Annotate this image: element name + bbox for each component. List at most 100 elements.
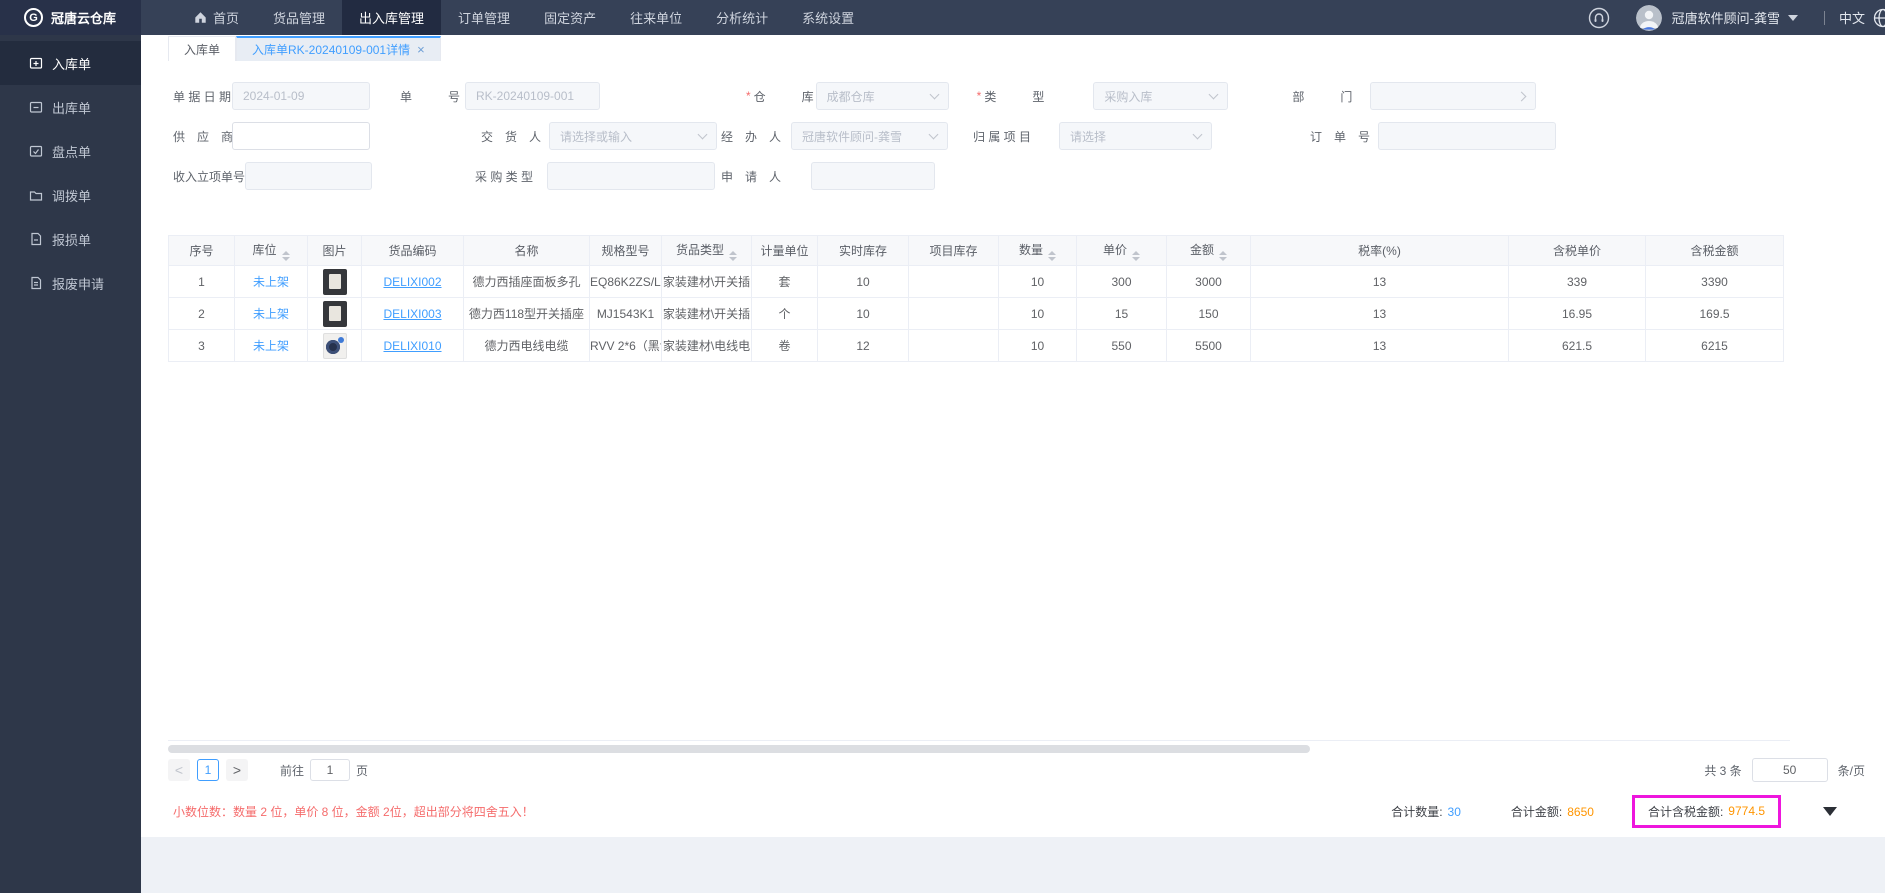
- scrollbar-thumb[interactable]: [168, 745, 1310, 753]
- nav-item-goods[interactable]: 货品管理: [256, 0, 342, 35]
- items-table-zone: 序号 库位 图片 货品编码 名称 规格型号 货品类型 计量单位 实时库存 项目库…: [168, 235, 1790, 741]
- avatar[interactable]: [1635, 4, 1662, 31]
- product-image[interactable]: [322, 300, 347, 327]
- product-code-link[interactable]: DELIXI002: [383, 275, 441, 289]
- handler-select: 冠唐软件顾问-龚雪: [791, 122, 948, 150]
- sidebar-item-label: 报废申请: [52, 276, 105, 292]
- delivery-label: 交 货 人: [481, 129, 542, 144]
- total-amount: 合计金额: 8650: [1510, 804, 1594, 819]
- sidebar-item-transfer[interactable]: 调拨单: [0, 173, 141, 217]
- cell-amount: 5500: [1166, 329, 1251, 362]
- cell-image: [307, 329, 362, 362]
- total-qty: 合计数量: 30: [1391, 804, 1461, 819]
- sidebar: 入库单 出库单 盘点单 调拨单 报损单 报废申请: [0, 35, 141, 893]
- items-table: 序号 库位 图片 货品编码 名称 规格型号 货品类型 计量单位 实时库存 项目库…: [168, 235, 1784, 362]
- col-amount[interactable]: 金额: [1166, 235, 1251, 266]
- applicant-field: [811, 162, 935, 190]
- brand-title: 冠唐云仓库: [51, 11, 117, 26]
- sort-icon[interactable]: [281, 250, 290, 261]
- product-image[interactable]: [322, 332, 347, 359]
- product-image[interactable]: [322, 268, 347, 295]
- tab-close-icon[interactable]: ×: [417, 43, 425, 56]
- department-field: [1370, 82, 1537, 110]
- current-page-button[interactable]: 1: [197, 759, 219, 781]
- location-link[interactable]: 未上架: [253, 307, 289, 321]
- warehouse-select: 成都仓库: [815, 82, 949, 110]
- cell-spec: MJ1543K1: [589, 297, 662, 330]
- tab-inbound-list[interactable]: 入库单: [168, 36, 237, 61]
- location-link[interactable]: 未上架: [253, 275, 289, 289]
- sort-icon[interactable]: [1132, 250, 1140, 261]
- chevron-down-icon: [928, 129, 939, 139]
- user-menu[interactable]: 冠唐软件顾问-龚雪: [1672, 8, 1780, 27]
- project-label: 归 属 项 目: [973, 129, 1032, 144]
- cell-image: [307, 265, 362, 298]
- sidebar-item-outbound[interactable]: 出库单: [0, 85, 141, 129]
- cell-category: 家装建材\开关插: [661, 265, 752, 298]
- cell-location: 未上架: [234, 329, 308, 362]
- col-location[interactable]: 库位: [234, 235, 308, 266]
- cell-stock: 10: [817, 297, 909, 330]
- detail-panel: 单 据 日 期 2024-01-09 单 号 RK-20240109-001 *…: [141, 61, 1885, 837]
- sidebar-item-stocktake[interactable]: 盘点单: [0, 129, 141, 173]
- required-mark: *: [976, 89, 982, 103]
- cell-project-stock: [908, 265, 999, 298]
- cell-index: 3: [168, 329, 235, 362]
- globe-icon[interactable]: [1873, 8, 1885, 28]
- product-code-link[interactable]: DELIXI010: [383, 339, 441, 353]
- cell-price: 15: [1076, 297, 1167, 330]
- sidebar-item-scrap[interactable]: 报废申请: [0, 261, 141, 305]
- cell-unit: 卷: [751, 329, 818, 362]
- nav-item-partners[interactable]: 往来单位: [613, 0, 699, 35]
- cell-location: 未上架: [234, 265, 308, 298]
- sort-icon[interactable]: [1048, 250, 1056, 261]
- goto-unit: 页: [356, 763, 369, 778]
- supplier-input[interactable]: [232, 122, 370, 150]
- col-qty[interactable]: 数量: [998, 235, 1077, 266]
- nav-item-label: 首页: [213, 11, 240, 26]
- location-link[interactable]: 未上架: [253, 339, 289, 353]
- user-menu-caret-icon[interactable]: [1787, 14, 1798, 21]
- next-page-button[interactable]: >: [226, 759, 248, 781]
- language-switch[interactable]: 中文: [1839, 8, 1865, 27]
- sidebar-item-damage[interactable]: 报损单: [0, 217, 141, 261]
- goto-page-input[interactable]: 1: [310, 759, 351, 781]
- col-price[interactable]: 单价: [1076, 235, 1167, 266]
- cell-name: 德力西电线电缆: [463, 329, 590, 362]
- cell-tax-rate: 13: [1250, 297, 1509, 330]
- nav-item-analytics[interactable]: 分析统计: [699, 0, 785, 35]
- col-category[interactable]: 货品类型: [661, 235, 752, 266]
- sort-icon[interactable]: [1219, 250, 1227, 261]
- cell-tax-rate: 13: [1250, 265, 1509, 298]
- total-qty-value: 30: [1447, 804, 1461, 819]
- doc-date-field: 2024-01-09: [232, 82, 370, 110]
- required-mark: *: [746, 89, 751, 103]
- purchase-type-field: [547, 162, 715, 190]
- customer-service-icon[interactable]: [1588, 7, 1610, 29]
- cell-qty: 10: [998, 265, 1077, 298]
- cell-index: 1: [168, 265, 235, 298]
- sidebar-item-inbound[interactable]: 入库单: [0, 41, 141, 85]
- cell-tax-price: 16.95: [1508, 297, 1646, 330]
- total-amount-value: 8650: [1567, 804, 1594, 819]
- cell-tax-amount: 169.5: [1645, 297, 1784, 330]
- cell-code: DELIXI002: [361, 265, 464, 298]
- cell-tax-price: 339: [1508, 265, 1646, 298]
- total-tax-amount-value: 9774.5: [1728, 804, 1765, 818]
- nav-item-assets[interactable]: 固定资产: [527, 0, 613, 35]
- prev-page-button[interactable]: <: [168, 759, 190, 781]
- tab-inbound-detail[interactable]: 入库单RK-20240109-001详情 ×: [236, 36, 441, 61]
- page-size-input[interactable]: 50: [1751, 758, 1828, 782]
- nav-item-label: 订单管理: [458, 11, 511, 26]
- nav-item-orders[interactable]: 订单管理: [441, 0, 527, 35]
- nav-item-home[interactable]: 首页: [177, 0, 256, 35]
- col-name: 名称: [463, 235, 590, 266]
- sort-icon[interactable]: [729, 250, 737, 261]
- product-code-link[interactable]: DELIXI003: [383, 307, 441, 321]
- col-tax-amount: 含税金额: [1645, 235, 1784, 266]
- nav-item-settings[interactable]: 系统设置: [785, 0, 871, 35]
- cell-name: 德力西118型开关插座: [463, 297, 590, 330]
- nav-item-label: 往来单位: [630, 11, 683, 26]
- nav-item-inout[interactable]: 出入库管理: [342, 0, 442, 35]
- expand-summary-caret-icon[interactable]: [1823, 806, 1837, 816]
